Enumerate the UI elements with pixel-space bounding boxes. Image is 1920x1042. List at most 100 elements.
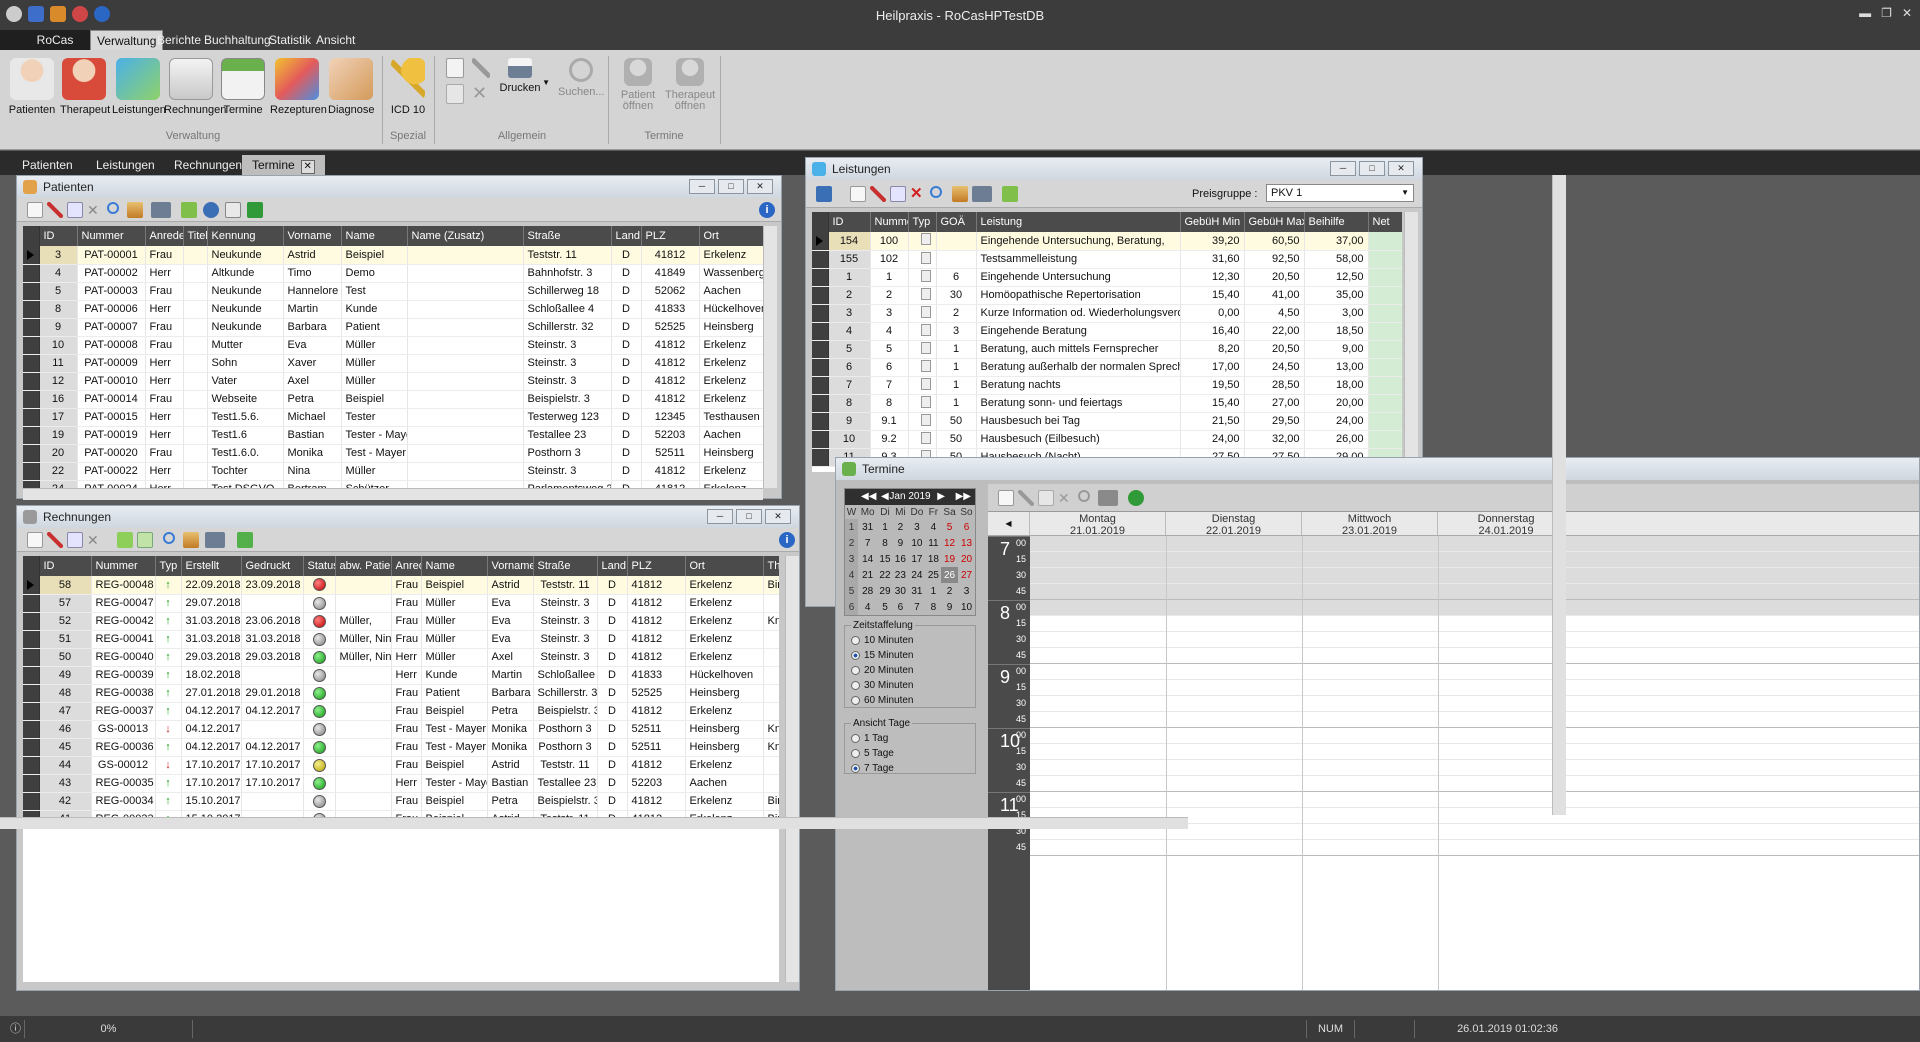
calendar-day[interactable]: 7 [908,599,926,615]
previous-month-icon[interactable]: ◀ [881,489,889,505]
next-year-icon[interactable]: ▶▶ [956,489,971,505]
column-header[interactable]: abw. Patient [335,556,392,576]
table-row[interactable]: 19 PAT-00019 Herr Test1.6 Bastian Tester - Ma… [23,426,763,445]
row-indicator[interactable] [23,630,40,649]
row-indicator[interactable] [23,594,40,613]
column-header[interactable]: ID [39,556,92,576]
row-indicator[interactable] [23,480,40,488]
search-icon[interactable] [107,202,119,214]
tab-statistik[interactable]: Statistik [263,30,317,50]
maximize-button[interactable]: □ [736,509,762,524]
restore-icon[interactable]: ❐ [1881,6,1892,20]
table-row[interactable]: 16 PAT-00014 Frau Webseite Petra Beispiel Beis… [23,390,763,409]
minimize-button[interactable]: ─ [1330,161,1356,176]
row-indicator[interactable] [23,300,40,319]
minimize-button[interactable]: ─ [689,179,715,194]
radio-button[interactable] [851,764,860,773]
vertical-scrollbar[interactable] [1404,212,1418,472]
table-row[interactable]: 4 PAT-00002 Herr Altkunde Timo Demo Bahnhofstr… [23,264,763,283]
therapeut-oeffnen-button[interactable]: Therapeut öffnen [664,58,716,112]
calendar-day[interactable]: 18 [926,551,941,567]
schedule-slot[interactable] [1030,632,1919,648]
column-header[interactable]: Land [611,226,642,246]
schedule-slot[interactable] [1030,536,1919,552]
calendar-day[interactable]: 21 [858,567,877,583]
diagnose-button[interactable]: Diagnose [328,58,374,116]
row-indicator[interactable] [812,232,829,251]
table-row[interactable]: 8 8 1 Beratung sonn- und feiertags 15,40 27,0… [812,394,1402,413]
delete-icon[interactable]: ✕ [472,84,490,102]
row-indicator[interactable] [812,286,829,305]
schedule-slot[interactable] [1030,792,1919,808]
row-indicator[interactable] [23,408,40,427]
search-icon[interactable] [930,186,942,198]
calendar-day[interactable]: 2 [893,519,908,535]
table-row[interactable]: 5 5 1 Beratung, auch mittels Fernsprecher 8,… [812,340,1402,359]
new-icon[interactable] [850,186,866,202]
row-indicator[interactable] [23,462,40,481]
row-indicator[interactable] [23,648,40,667]
export-icon[interactable] [181,202,197,218]
column-header[interactable]: Typ [908,212,937,232]
column-header[interactable]: PLZ [627,556,686,576]
calendar-day[interactable]: 10 [958,599,975,615]
table-row[interactable]: 58 REG-00048 ↑ 22.09.2018 23.09.2018 Frau Beis… [23,576,779,595]
schedule-slot[interactable] [1030,760,1919,776]
copy-icon[interactable] [890,186,906,202]
row-indicator[interactable] [812,358,829,377]
table-row[interactable]: 45 REG-00036 ↑ 04.12.2017 04.12.2017 Frau Test… [23,738,779,757]
schedule-slot[interactable] [1030,776,1919,792]
column-header[interactable]: Nummer [91,556,156,576]
table-row[interactable]: 3 PAT-00001 Frau Neukunde Astrid Beispiel Test… [23,246,763,265]
calendar-day[interactable]: 3 [958,583,975,599]
calendar-day[interactable]: 23 [893,567,908,583]
column-header[interactable]: Typ [155,556,182,576]
calendar-day[interactable]: 17 [908,551,926,567]
table-row[interactable]: 44 GS-00012 ↓ 17.10.2017 17.10.2017 Frau Beisp… [23,756,779,775]
minimize-button[interactable]: ─ [707,509,733,524]
column-header[interactable]: Name (Zusatz) [407,226,524,246]
table-row[interactable]: 6 6 1 Beratung außerhalb der normalen Sprec… [812,358,1402,377]
workspace-horizontal-scrollbar[interactable] [0,817,1188,829]
maximize-button[interactable]: □ [718,179,744,194]
schedule-slot[interactable] [1030,712,1919,728]
row-indicator[interactable] [23,336,40,355]
table-row[interactable]: 17 PAT-00015 Herr Test1.5.6. Michael Tester Te… [23,408,763,427]
column-header[interactable]: Titel [183,226,208,246]
column-header[interactable]: Vorname [283,226,342,246]
row-indicator[interactable] [812,430,829,449]
excel-icon[interactable] [237,532,253,548]
calendar-day[interactable]: 19 [941,551,958,567]
edit-icon[interactable] [47,202,63,218]
table-row[interactable]: 9 9.1 50 Hausbesuch bei Tag 21,50 29,50 24,00 [812,412,1402,431]
table-row[interactable]: 12 PAT-00010 Herr Vater Axel Müller Steinstr. … [23,372,763,391]
row-indicator[interactable] [23,702,40,721]
calendar-day[interactable]: 30 [893,583,908,599]
copy-icon[interactable] [67,202,83,218]
delete-icon[interactable]: ✕ [910,186,926,202]
row-indicator[interactable] [23,354,40,373]
row-indicator[interactable] [23,792,40,811]
calendar-day[interactable]: 5 [877,599,892,615]
table-row[interactable]: 48 REG-00038 ↑ 27.01.2018 29.01.2018 Frau Pati… [23,684,779,703]
filter-icon[interactable] [127,202,143,218]
schedule-slot[interactable] [1030,600,1919,616]
schedule-slot[interactable] [1030,744,1919,760]
row-indicator[interactable] [23,372,40,391]
schedule-slot[interactable] [1030,840,1919,856]
suchen-button[interactable]: Suchen... [558,58,604,98]
calendar-day[interactable]: 28 [858,583,877,599]
calendar-day[interactable]: 7 [858,535,877,551]
table-row[interactable]: 154 100 Eingehende Untersuchung, Beratung,… [812,232,1402,251]
column-header[interactable]: ID [828,212,871,232]
radio-option[interactable]: 7 Tage [851,761,969,776]
schedule-slot[interactable] [1030,552,1919,568]
column-header[interactable]: Kennung [207,226,284,246]
column-header[interactable]: Beihilfe [1304,212,1369,232]
search-icon[interactable] [1078,490,1090,502]
calendar-day[interactable]: 1 [926,583,941,599]
save-icon[interactable] [247,202,263,218]
table-row[interactable]: 5 PAT-00003 Frau Neukunde Hannelore Test Schil… [23,282,763,301]
column-header[interactable]: Name [421,556,488,576]
close-icon[interactable]: ✕ [1902,6,1912,20]
